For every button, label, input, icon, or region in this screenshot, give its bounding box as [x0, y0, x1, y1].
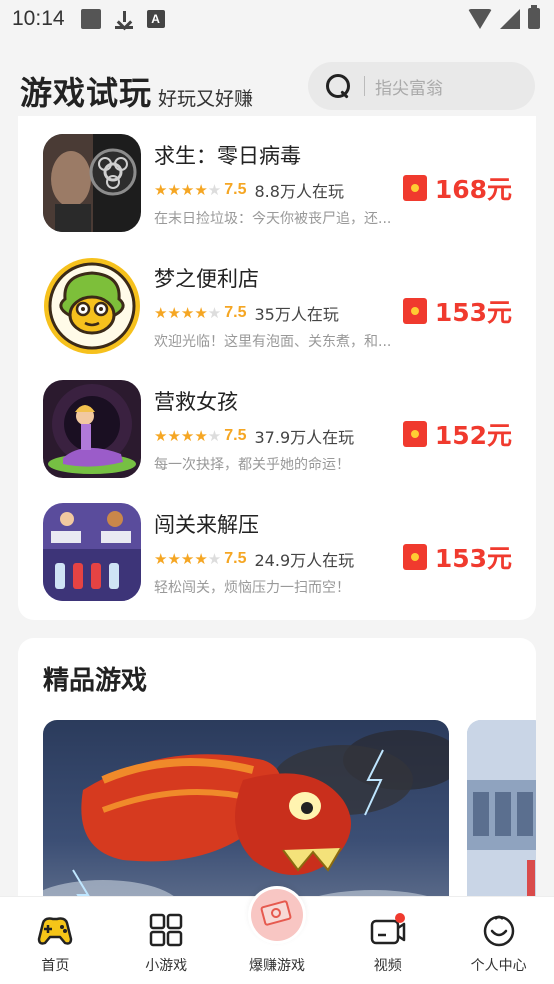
rating-stars-icon: ★★★★★	[154, 181, 222, 199]
notification-square-icon	[80, 9, 101, 29]
game-rating: ★★★★★ 7.5 37.9万人在玩	[154, 424, 354, 448]
red-envelope-icon	[402, 421, 427, 447]
game-description: 在末日捡垃圾：今天你被丧尸追，还...	[154, 211, 392, 227]
nav-label: 小游戏	[145, 958, 188, 974]
game-players: 24.9万人在玩	[254, 551, 355, 570]
grid-icon	[149, 913, 183, 947]
download-icon	[114, 9, 133, 29]
game-name: 闯关来解压	[154, 513, 259, 537]
game-name: 营救女孩	[154, 390, 238, 414]
rating-stars-icon: ★★★★★	[154, 550, 222, 568]
game-icon-dream-store[interactable]	[43, 257, 141, 355]
nav-label: 首页	[41, 958, 70, 974]
gamepad-icon	[38, 917, 73, 945]
game-rating: ★★★★★ 7.5 8.8万人在玩	[154, 178, 344, 202]
game-icon-zero-day[interactable]	[43, 134, 141, 232]
game-players: 35万人在玩	[254, 305, 339, 324]
reward-badge[interactable]: 168元	[402, 170, 512, 206]
game-score: 7.5	[224, 427, 247, 444]
status-time: 10:14	[12, 7, 65, 30]
page-subtitle: 好玩又好赚	[158, 88, 254, 110]
featured-title: 精品游戏	[43, 666, 148, 696]
search-divider	[364, 76, 365, 96]
game-rating: ★★★★★ 7.5 24.9万人在玩	[154, 547, 354, 571]
reward-badge[interactable]: 153元	[402, 293, 512, 329]
reward-amount: 153元	[434, 544, 512, 573]
smiley-face-icon	[483, 915, 514, 947]
nav-label: 个人中心	[470, 958, 527, 974]
status-bar: 10:14 A	[0, 0, 554, 38]
game-score: 7.5	[224, 550, 247, 567]
rating-stars-icon: ★★★★★	[154, 427, 222, 445]
video-camera-icon	[370, 913, 406, 945]
game-name: 梦之便利店	[154, 267, 259, 291]
nav-label: 爆赚游戏	[248, 958, 305, 974]
reward-badge[interactable]: 153元	[402, 539, 512, 575]
battery-icon	[528, 5, 540, 29]
rating-stars-icon: ★★★★★	[154, 304, 222, 322]
game-players: 37.9万人在玩	[254, 428, 355, 447]
game-name: 求生：零日病毒	[154, 144, 301, 168]
game-description: 每一次抉择，都关乎她的命运！	[154, 457, 350, 473]
reward-badge[interactable]: 152元	[402, 416, 512, 452]
game-score: 7.5	[224, 181, 247, 198]
game-icon-rescue-girl[interactable]	[43, 380, 141, 478]
search-placeholder[interactable]: 指尖富翁	[375, 74, 443, 99]
red-envelope-icon	[402, 544, 427, 570]
game-players: 8.8万人在玩	[254, 182, 344, 201]
reward-amount: 168元	[434, 175, 512, 204]
header: 游戏试玩 好玩又好赚 指尖富翁	[0, 38, 554, 126]
game-list: 求生：零日病毒 ★★★★★ 7.5 8.8万人在玩 在末日捡垃圾：今天你被丧尸追…	[18, 116, 536, 620]
signal-icon	[500, 9, 520, 29]
search-bar[interactable]: 指尖富翁	[308, 62, 535, 110]
game-icon-level-relax[interactable]	[43, 503, 141, 601]
game-description: 轻松闯关，烦恼压力一扫而空！	[154, 580, 350, 596]
game-rating: ★★★★★ 7.5 35万人在玩	[154, 301, 339, 325]
money-icon	[251, 889, 303, 941]
game-description: 欢迎光临！这里有泡面、关东煮，和...	[154, 334, 392, 350]
reward-amount: 152元	[434, 421, 512, 450]
nav-item-mini-games[interactable]: 小游戏	[111, 897, 222, 984]
game-row[interactable]: 梦之便利店 ★★★★★ 7.5 35万人在玩 欢迎光临！这里有泡面、关东煮，和.…	[18, 257, 536, 367]
nav-item-profile[interactable]: 个人中心	[443, 897, 554, 984]
game-score: 7.5	[224, 304, 247, 321]
reward-amount: 153元	[434, 298, 512, 327]
red-envelope-icon	[402, 175, 427, 201]
nav-label: 视频	[373, 958, 402, 974]
nav-item-home[interactable]: 首页	[0, 897, 111, 984]
hot-earn-center-button[interactable]	[248, 886, 306, 944]
page-title: 游戏试玩	[20, 74, 153, 112]
game-row[interactable]: 求生：零日病毒 ★★★★★ 7.5 8.8万人在玩 在末日捡垃圾：今天你被丧尸追…	[18, 134, 536, 244]
wifi-icon	[468, 9, 492, 29]
game-row[interactable]: 闯关来解压 ★★★★★ 7.5 24.9万人在玩 轻松闯关，烦恼压力一扫而空！ …	[18, 503, 536, 613]
red-envelope-icon	[402, 298, 427, 324]
app-notification-icon: A	[146, 10, 165, 28]
game-row[interactable]: 营救女孩 ★★★★★ 7.5 37.9万人在玩 每一次抉择，都关乎她的命运！ 1…	[18, 380, 536, 490]
search-icon[interactable]	[324, 72, 352, 100]
nav-item-video[interactable]: 视频	[332, 897, 443, 984]
